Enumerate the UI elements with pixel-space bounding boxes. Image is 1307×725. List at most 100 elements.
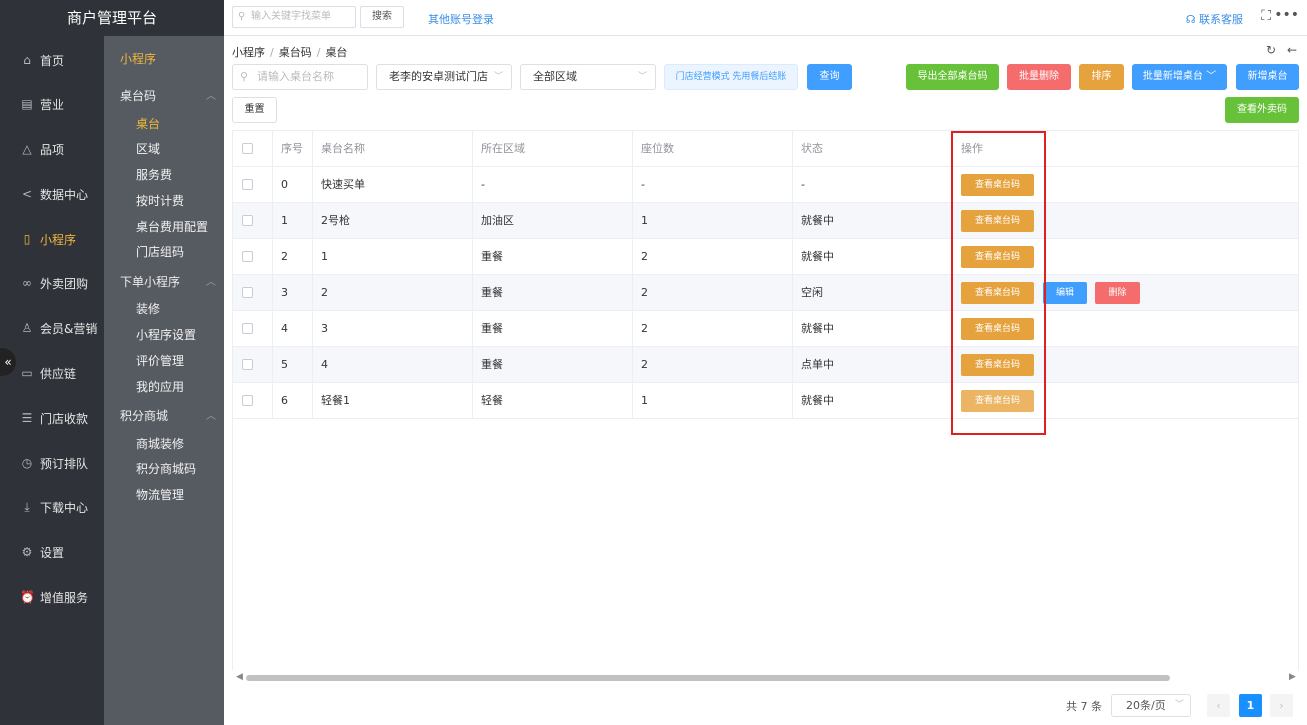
sidebar-item-13[interactable]: ⏰ 增值服务: [0, 577, 104, 617]
sub-nav-group[interactable]: 桌台码 ︿: [120, 87, 216, 104]
sidebar-item-label: 预订排队: [40, 456, 89, 471]
menu-search-placeholder: 输入关键字找菜单: [251, 11, 331, 22]
export-table-codes-button[interactable]: 导出全部桌台码: [906, 64, 999, 90]
sub-nav-item[interactable]: 门店组码: [136, 243, 184, 260]
sidebar-item-11[interactable]: ⤓ 下载中心: [0, 487, 104, 527]
sub-nav-item[interactable]: 我的应用: [136, 378, 184, 395]
sub-nav-item[interactable]: 积分商城码: [136, 460, 196, 477]
cell-seats: 2: [633, 275, 793, 310]
breadcrumb-item[interactable]: 小程序: [232, 46, 265, 59]
next-page-button[interactable]: ›: [1270, 694, 1293, 717]
sub-nav-item[interactable]: 服务费: [136, 166, 172, 183]
app-root: 商户管理平台 ⌂ 首页 ▤ 营业 △ 品项 < 数据中心 ▯ 小程序 ∞ 外卖团购 ♙ 会员&营销 ▭ 供应链…: [0, 0, 1307, 725]
sidebar-item-2[interactable]: ▤ 营业: [0, 84, 104, 124]
chevron-down-icon: ﹀: [637, 72, 647, 82]
refresh-icon[interactable]: ↻: [1266, 43, 1276, 57]
row-checkbox[interactable]: [242, 323, 253, 334]
select-all-checkbox[interactable]: [242, 143, 253, 154]
area-select-value: 全部区域: [533, 70, 577, 83]
sub-nav-item[interactable]: 区域: [136, 140, 160, 157]
row-checkbox[interactable]: [242, 395, 253, 406]
chevron-up-icon: ︿: [206, 411, 216, 422]
cell-area: 重餐: [473, 239, 633, 274]
menu-search-button[interactable]: 搜索: [360, 6, 404, 28]
sub-nav-item[interactable]: 小程序设置: [136, 326, 196, 343]
cell-seats: -: [633, 167, 793, 202]
sidebar-item-12[interactable]: ⚙ 设置: [0, 532, 104, 572]
breadcrumb: 小程序 / 桌台码 / 桌台: [232, 46, 348, 59]
sub-nav-item[interactable]: 物流管理: [136, 486, 184, 503]
clock-icon: ◷: [21, 456, 33, 470]
sub-nav-item[interactable]: 桌台: [136, 115, 160, 132]
sub-nav-item[interactable]: 按时计费: [136, 192, 184, 209]
sidebar-item-3[interactable]: △ 品项: [0, 129, 104, 169]
sub-nav-group[interactable]: 下单小程序 ︿: [120, 273, 216, 290]
row-checkbox[interactable]: [242, 287, 253, 298]
fullscreen-icon[interactable]: ⛶: [1261, 8, 1271, 24]
row-checkbox[interactable]: [242, 179, 253, 190]
sidebar-item-6[interactable]: ∞ 外卖团购: [0, 263, 104, 303]
prev-page-button[interactable]: ‹: [1207, 694, 1230, 717]
page-size-select[interactable]: 20条/页 ﹀: [1111, 694, 1191, 717]
sidebar-item-4[interactable]: < 数据中心: [0, 174, 104, 214]
page-size-value: 20条/页: [1126, 699, 1166, 712]
sidebar-item-1[interactable]: ⌂ 首页: [0, 40, 104, 80]
headset-icon: ☊: [1185, 13, 1199, 26]
sub-nav-item[interactable]: 装修: [136, 300, 160, 317]
batch-add-tables-button[interactable]: 批量新增桌台 ﹀: [1132, 64, 1227, 90]
cell-name: 轻餐1: [313, 383, 473, 418]
sub-nav-item[interactable]: 桌台费用配置: [136, 218, 208, 235]
row-checkbox[interactable]: [242, 251, 253, 262]
horizontal-scrollbar[interactable]: [246, 675, 1170, 681]
search-icon: ⚲: [238, 11, 246, 22]
chevron-up-icon: ︿: [206, 277, 216, 288]
cell-seats: 2: [633, 347, 793, 382]
table-name-search-input[interactable]: ⚲ 请输入桌台名称: [232, 64, 368, 90]
share-icon: <: [21, 187, 33, 201]
breadcrumb-item: 桌台: [325, 46, 348, 59]
delete-table-button[interactable]: 删除: [1095, 282, 1140, 304]
table-row: 5 4 重餐 2 点单中 查看桌台码: [233, 347, 1298, 383]
sub-nav-item[interactable]: 评价管理: [136, 352, 184, 369]
add-table-button[interactable]: 新增桌台: [1236, 64, 1299, 90]
sidebar-item-10[interactable]: ◷ 预订排队: [0, 443, 104, 483]
row-checkbox[interactable]: [242, 215, 253, 226]
sidebar-item-5[interactable]: ▯ 小程序: [0, 219, 104, 259]
more-icon[interactable]: •••: [1274, 7, 1299, 23]
sort-button[interactable]: 排序: [1079, 64, 1124, 90]
view-takeout-code-button[interactable]: 查看外卖码: [1225, 97, 1299, 123]
chevron-down-icon: ﹀: [1174, 700, 1184, 710]
sidebar-item-9[interactable]: ☰ 门店收款: [0, 398, 104, 438]
cell-status: 就餐中: [793, 203, 953, 238]
cell-area: 加油区: [473, 203, 633, 238]
query-button[interactable]: 查询: [807, 64, 852, 90]
breadcrumb-item[interactable]: 桌台码: [279, 46, 312, 59]
sidebar-item-label: 小程序: [40, 232, 77, 247]
contact-service-link[interactable]: ☊ 联系客服: [1186, 11, 1243, 27]
sub-nav-item[interactable]: 商城装修: [136, 435, 184, 452]
top-bar: ⚲ 输入关键字找菜单 搜索 其他账号登录 ☊ 联系客服 ⛶ •••: [224, 0, 1307, 36]
cell-area: -: [473, 167, 633, 202]
scroll-left-arrow[interactable]: ◀: [236, 672, 243, 682]
actions-column-highlight: [951, 131, 1046, 435]
alarm-icon: ⏰: [20, 590, 35, 604]
other-account-login-link[interactable]: 其他账号登录: [428, 11, 494, 27]
area-select[interactable]: 全部区域 ﹀: [520, 64, 656, 90]
app-title: 商户管理平台: [0, 0, 224, 36]
sidebar-item-7[interactable]: ♙ 会员&营销: [0, 308, 104, 348]
search-icon: ⚲: [240, 70, 249, 83]
user-icon: ♙: [21, 321, 33, 335]
reset-button[interactable]: 重置: [232, 97, 277, 123]
scroll-right-arrow[interactable]: ▶: [1289, 672, 1296, 682]
row-checkbox[interactable]: [242, 359, 253, 370]
sidebar-item-label: 首页: [40, 53, 65, 68]
menu-search-input[interactable]: ⚲ 输入关键字找菜单: [232, 6, 356, 28]
edit-table-button[interactable]: 编辑: [1043, 282, 1087, 304]
back-arrow-icon[interactable]: ←: [1287, 43, 1297, 57]
current-page-button[interactable]: 1: [1239, 694, 1262, 717]
store-select[interactable]: 老李的安卓测试门店 ﹀: [376, 64, 512, 90]
batch-delete-button[interactable]: 批量删除: [1007, 64, 1071, 90]
sub-nav-group[interactable]: 积分商城 ︿: [120, 407, 216, 424]
download-icon: ⤓: [24, 500, 30, 514]
table-row: 0 快速买单 - - - 查看桌台码: [233, 167, 1298, 203]
